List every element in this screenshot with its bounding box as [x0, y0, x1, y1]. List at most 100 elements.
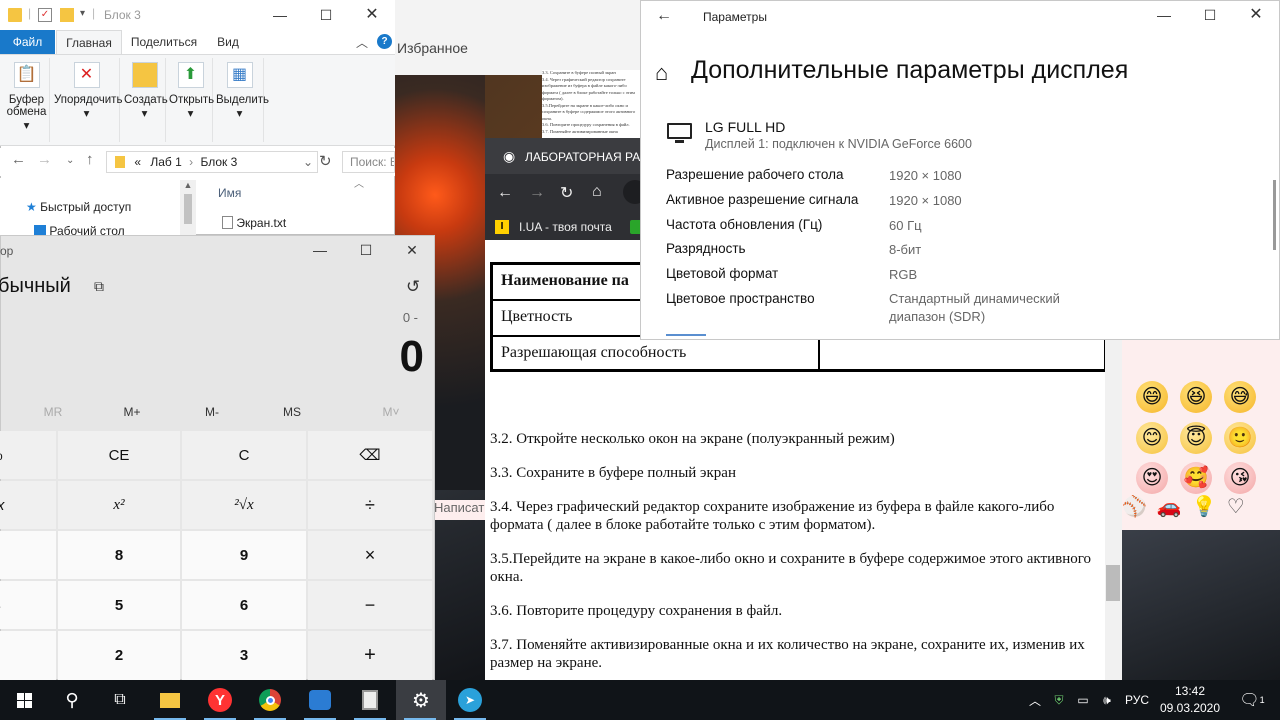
security-icon[interactable]: ⛨	[1048, 680, 1070, 720]
chevron-down-icon[interactable]: ⌄	[303, 152, 313, 172]
show-hidden-icons[interactable]: ︿	[1024, 680, 1046, 720]
emoji[interactable]: 🥰	[1180, 462, 1212, 494]
digit-4-button[interactable]: 4	[0, 581, 56, 629]
home-icon[interactable]: ⌂	[655, 60, 668, 86]
maximize-icon[interactable]: ☐	[303, 0, 349, 30]
digit-6-button[interactable]: 6	[182, 581, 306, 629]
emoji[interactable]: 😊	[1136, 422, 1168, 454]
scroll-up-icon[interactable]: ▲	[180, 180, 196, 190]
emoji[interactable]: 😆	[1180, 381, 1212, 413]
digit-7-button[interactable]: 7	[0, 531, 56, 579]
tab-home[interactable]: Главная	[56, 30, 122, 54]
taskbar-settings[interactable]: ⚙	[396, 680, 446, 720]
keep-on-top-icon[interactable]: ⧉	[94, 278, 104, 295]
select-button[interactable]: ▦ Выделить ▾	[216, 58, 269, 142]
chevron-down-icon[interactable]: ▾	[80, 8, 85, 19]
nav-scrollbar[interactable]: ▲	[180, 180, 196, 235]
clipboard-button[interactable]: 📋 Буфер обмена ▾	[4, 58, 50, 142]
bookmark-iua[interactable]: I.UA - твоя почта	[519, 220, 612, 234]
clear-button[interactable]: C	[182, 431, 306, 479]
digit-9-button[interactable]: 9	[182, 531, 306, 579]
file-item[interactable]: Экран.txt	[222, 216, 286, 230]
memory-list-button[interactable]: M˅	[361, 405, 421, 419]
new-folder-icon[interactable]	[60, 8, 74, 22]
emoji[interactable]: 😅	[1224, 381, 1256, 413]
taskbar-chrome[interactable]	[246, 680, 294, 720]
chevron-down-icon[interactable]: ⌄	[66, 155, 74, 166]
back-icon[interactable]: ←	[11, 151, 26, 168]
emoji[interactable]: 😇	[1180, 422, 1212, 454]
reload-icon[interactable]: ↻	[560, 183, 573, 203]
home-icon[interactable]: ⌂	[592, 183, 602, 201]
subtract-button[interactable]: −	[308, 581, 432, 629]
taskbar-yandex[interactable]: Y	[196, 680, 244, 720]
new-button[interactable]: Создать ▾	[124, 58, 168, 142]
minimize-icon[interactable]: —	[257, 0, 303, 30]
taskbar-explorer[interactable]	[146, 680, 194, 720]
cut-off-link[interactable]	[666, 334, 706, 338]
percent-button[interactable]: %	[0, 431, 56, 479]
square-button[interactable]: x²	[58, 481, 180, 529]
clear-entry-button[interactable]: CE	[58, 431, 180, 479]
taskbar-calculator[interactable]	[346, 680, 394, 720]
tab-share[interactable]: Поделиться	[126, 30, 202, 54]
emoji-category-bar[interactable]: ⚾🚗💡♡	[1122, 494, 1280, 524]
open-button[interactable]: ⬆ Открыть ▾	[169, 58, 214, 142]
task-view-icon[interactable]: ⧉	[96, 680, 144, 720]
close-icon[interactable]: ✕	[349, 0, 395, 30]
search-input[interactable]: Поиск: Б	[342, 151, 395, 173]
digit-1-button[interactable]: 1	[0, 631, 56, 680]
divide-button[interactable]: ÷	[308, 481, 432, 529]
square-root-button[interactable]: ²√x	[182, 481, 306, 529]
document-scrollbar-thumb[interactable]	[1106, 565, 1120, 601]
settings-scrollbar[interactable]	[1273, 180, 1276, 250]
breadcrumb-block3[interactable]: Блок 3	[201, 155, 238, 169]
emoji[interactable]: 🙂	[1224, 422, 1256, 454]
browser-tab[interactable]: ◉ ЛАБОРАТОРНАЯ РАБ	[485, 138, 648, 174]
memory-recall-button[interactable]: MR	[23, 405, 83, 419]
maximize-icon[interactable]: ☐	[1187, 0, 1233, 30]
close-icon[interactable]: ✕	[389, 235, 435, 265]
forward-icon[interactable]: →	[529, 184, 545, 202]
nav-desktop[interactable]: Рабочий стол	[34, 224, 125, 235]
column-header-name[interactable]: Имя	[218, 186, 241, 200]
multiply-button[interactable]: ×	[308, 531, 432, 579]
search-icon[interactable]: ⚲	[48, 680, 96, 720]
language-indicator[interactable]: РУС	[1120, 680, 1154, 720]
close-icon[interactable]: ✕	[1233, 0, 1279, 30]
breadcrumb-overflow[interactable]: «	[134, 155, 141, 169]
taskbar-word[interactable]	[296, 680, 344, 720]
back-icon[interactable]: ←	[656, 7, 672, 25]
history-icon[interactable]: ↺	[406, 277, 420, 297]
up-icon[interactable]: ↑	[86, 151, 94, 168]
memory-clear-button[interactable]: MC	[0, 405, 8, 419]
chevron-up-icon[interactable]: ︿	[356, 34, 368, 51]
breadcrumb-lab1[interactable]: Лаб 1	[150, 155, 181, 169]
digit-5-button[interactable]: 5	[58, 581, 180, 629]
organize-button[interactable]: ✕ Упорядочить ▾	[54, 58, 122, 142]
taskbar-telegram[interactable]: ➤	[446, 680, 494, 720]
backspace-icon[interactable]: ⌫	[308, 431, 432, 479]
scroll-thumb[interactable]	[184, 194, 192, 224]
back-icon[interactable]: ←	[497, 184, 513, 202]
nav-quick-access[interactable]: ★ Быстрый доступ	[26, 200, 131, 214]
emoji[interactable]: 😘	[1224, 462, 1256, 494]
network-icon[interactable]: ▭	[1072, 680, 1094, 720]
help-icon[interactable]: ?	[377, 34, 392, 49]
memory-add-button[interactable]: M+	[102, 405, 162, 419]
emoji[interactable]: 😍	[1136, 462, 1168, 494]
emoji[interactable]: 😄	[1136, 381, 1168, 413]
notifications-icon[interactable]: 🗨 1	[1232, 680, 1272, 720]
memory-store-button[interactable]: MS	[262, 405, 322, 419]
minimize-icon[interactable]: —	[297, 235, 343, 265]
digit-2-button[interactable]: 2	[58, 631, 180, 680]
address-bar[interactable]: « Лаб 1 › Блок 3 ⌄	[106, 151, 318, 173]
memory-subtract-button[interactable]: M-	[182, 405, 242, 419]
clock[interactable]: 13:42 09.03.2020	[1156, 680, 1224, 720]
refresh-icon[interactable]: ↻	[319, 152, 332, 170]
digit-3-button[interactable]: 3	[182, 631, 306, 680]
properties-icon[interactable]: ✓	[38, 8, 52, 22]
forward-icon[interactable]: →	[37, 151, 52, 168]
maximize-icon[interactable]: ☐	[343, 235, 389, 265]
volume-icon[interactable]: 🕪	[1096, 680, 1118, 720]
